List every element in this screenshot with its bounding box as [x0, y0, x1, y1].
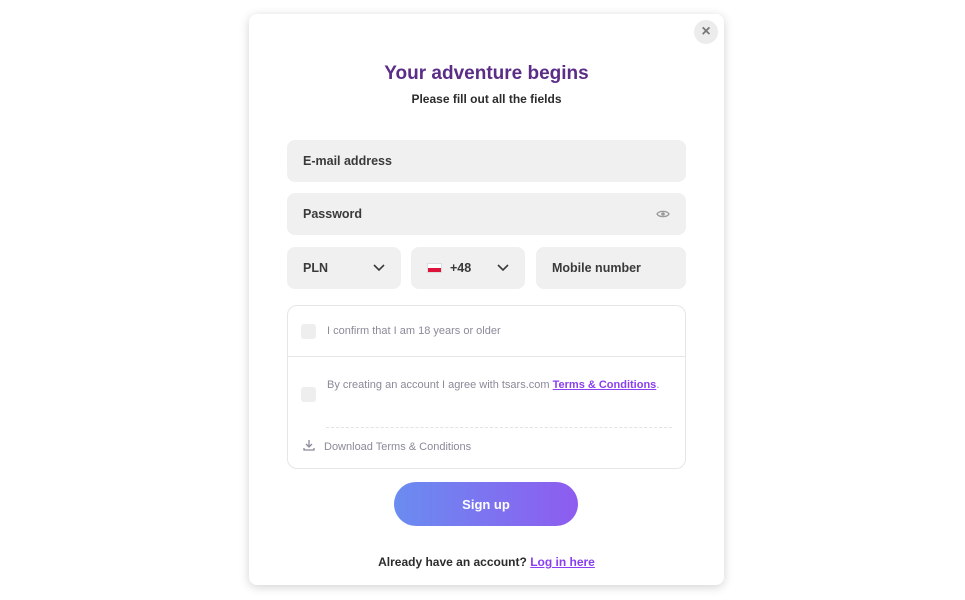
password-field[interactable]: Password — [287, 193, 686, 235]
modal-subtitle: Please fill out all the fields — [411, 92, 562, 106]
terms-row: By creating an account I agree with tsar… — [301, 375, 661, 402]
chevron-down-icon — [497, 264, 509, 272]
eye-icon[interactable] — [656, 207, 670, 221]
login-link[interactable]: Log in here — [530, 555, 595, 569]
currency-value: PLN — [303, 261, 328, 275]
download-terms-label: Download Terms & Conditions — [324, 440, 472, 453]
terms-label: By creating an account I agree with tsar… — [327, 379, 660, 391]
password-placeholder: Password — [303, 207, 363, 221]
age-confirm-checkbox[interactable] — [301, 323, 316, 339]
mobile-number-field[interactable]: Mobile number — [536, 247, 686, 289]
age-confirm-row: I confirm that I am 18 years or older — [288, 306, 685, 357]
signup-modal: × Your adventure begins Please fill out … — [249, 14, 724, 585]
download-terms-link[interactable]: Download Terms & Conditions — [303, 439, 471, 454]
signup-label: Sign up — [462, 496, 510, 512]
email-field[interactable]: E-mail address — [287, 140, 686, 182]
signup-button[interactable]: Sign up — [394, 482, 578, 526]
modal-title: Your adventure begins — [384, 63, 589, 84]
divider — [326, 427, 672, 428]
phone-prefix-select[interactable]: +48 — [411, 247, 525, 289]
download-icon — [303, 439, 315, 454]
phone-row: PLN +48 Mobile number — [249, 247, 724, 289]
phone-prefix-value: +48 — [450, 261, 472, 275]
terms-checkbox[interactable] — [301, 387, 316, 402]
chevron-down-icon — [373, 264, 385, 272]
terms-link[interactable]: Terms & Conditions — [553, 379, 657, 391]
currency-select[interactable]: PLN — [287, 247, 401, 289]
close-button[interactable]: × — [694, 20, 718, 44]
mobile-placeholder: Mobile number — [552, 261, 641, 275]
poland-flag-icon — [427, 263, 442, 273]
age-confirm-label: I confirm that I am 18 years or older — [327, 325, 501, 337]
login-prompt: Already have an account? Log in here — [378, 555, 595, 569]
close-icon: × — [701, 23, 711, 40]
consent-box: I confirm that I am 18 years or older By… — [287, 305, 686, 469]
email-placeholder: E-mail address — [303, 154, 392, 168]
